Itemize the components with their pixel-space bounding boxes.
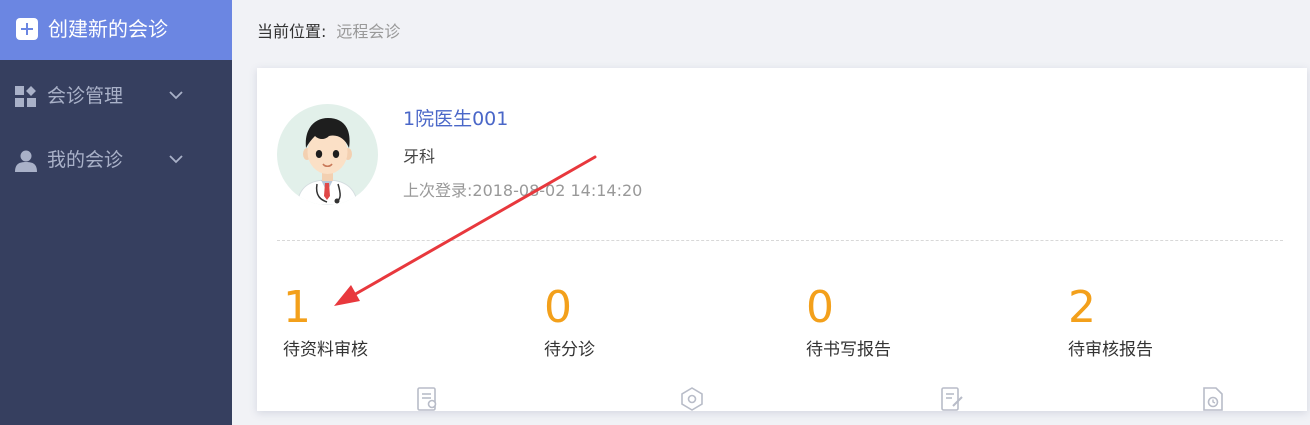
doctor-avatar <box>277 104 378 205</box>
stat-pending-data-review[interactable]: 1 待资料审核 <box>283 282 483 362</box>
stat-value: 0 <box>806 282 834 333</box>
breadcrumb-current[interactable]: 远程会诊 <box>336 22 400 41</box>
stat-label: 待审核报告 <box>1068 340 1153 360</box>
last-login: 上次登录:2018-08-02 14:14:20 <box>403 181 643 200</box>
stat-value: 1 <box>283 282 311 333</box>
review-report-icon <box>1203 387 1223 411</box>
plus-icon <box>16 18 38 40</box>
sidebar-item-label: 会诊管理 <box>47 85 124 107</box>
sidebar-item-my-consultations[interactable]: 我的会诊 <box>0 128 232 192</box>
breadcrumb: 当前位置: 远程会诊 <box>257 20 400 44</box>
apps-grid-icon <box>15 86 36 107</box>
stat-pending-report-writing[interactable]: 0 待书写报告 <box>806 282 1006 362</box>
chevron-down-icon <box>169 91 183 100</box>
stat-pending-report-review[interactable]: 2 待审核报告 <box>1068 282 1268 362</box>
sidebar: 创建新的会诊 会诊管理 我的会诊 <box>0 0 232 425</box>
create-consultation-button[interactable]: 创建新的会诊 <box>0 0 232 60</box>
breadcrumb-label: 当前位置: <box>257 22 327 41</box>
stat-value: 2 <box>1068 282 1096 333</box>
stat-label: 待书写报告 <box>806 340 891 360</box>
stat-label: 待资料审核 <box>283 340 368 360</box>
stat-label: 待分诊 <box>544 340 595 360</box>
triage-icon <box>681 387 703 411</box>
document-review-icon <box>417 387 437 411</box>
stat-value: 0 <box>544 282 572 333</box>
write-report-icon <box>941 387 963 411</box>
doctor-avatar-icon <box>296 118 359 205</box>
user-icon <box>15 150 37 172</box>
sidebar-item-consultation-management[interactable]: 会诊管理 <box>0 64 232 128</box>
chevron-down-icon <box>169 155 183 164</box>
user-name: 1院医生001 <box>403 108 509 130</box>
dashboard-card: 1院医生001 牙科 上次登录:2018-08-02 14:14:20 1 待资… <box>257 68 1307 411</box>
create-consultation-label: 创建新的会诊 <box>48 17 168 41</box>
user-department: 牙科 <box>403 147 436 166</box>
stat-pending-triage[interactable]: 0 待分诊 <box>544 282 744 362</box>
sidebar-item-label: 我的会诊 <box>47 149 124 171</box>
divider <box>277 240 1283 241</box>
